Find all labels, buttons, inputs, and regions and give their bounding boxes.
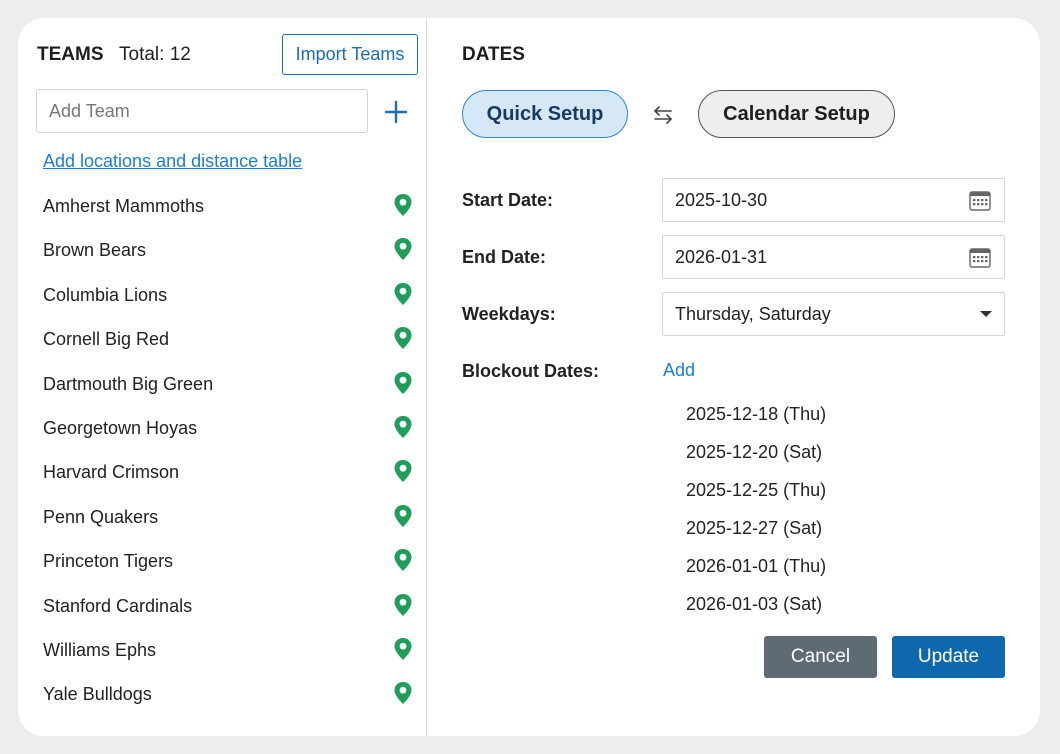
end-date-label: End Date:: [462, 247, 547, 267]
team-list-item[interactable]: Dartmouth Big Green: [18, 362, 426, 406]
caret-down-icon[interactable]: [980, 310, 992, 318]
team-name: Amherst Mammoths: [43, 196, 205, 216]
blockout-dates-label: Blockout Dates:: [462, 361, 600, 381]
teams-total-count: Total: 12: [119, 44, 191, 65]
dates-panel: DATES Quick Setup Calendar Setup Start D…: [427, 18, 1040, 736]
swap-arrows-icon[interactable]: [651, 104, 675, 126]
start-date-label: Start Date:: [462, 190, 554, 210]
blockout-date-item: 2025-12-25 (Thu): [686, 480, 827, 500]
team-name: Harvard Crimson: [43, 462, 180, 483]
team-list-item[interactable]: Williams Ephs: [18, 628, 426, 672]
team-list-item[interactable]: Yale Bulldogs: [18, 672, 426, 716]
calendar-icon[interactable]: [968, 188, 992, 212]
blockout-date-item: 2025-12-18 (Thu): [686, 404, 827, 424]
team-name: Dartmouth Big Green: [43, 373, 214, 394]
blockout-date-item: 2026-01-01 (Thu): [686, 556, 827, 576]
start-date-field[interactable]: 2025-10-30: [662, 178, 1005, 222]
map-pin-icon[interactable]: [393, 593, 413, 617]
team-name: Stanford Cardinals: [43, 595, 193, 616]
team-name: Princeton Tigers: [43, 551, 174, 572]
schedule-setup-card: TEAMS Total: 12 Import Teams Add locatio…: [18, 18, 1040, 736]
team-list-item[interactable]: Penn Quakers: [18, 495, 426, 539]
team-list-item[interactable]: Columbia Lions: [18, 273, 426, 317]
add-locations-link[interactable]: Add locations and distance table: [43, 151, 302, 172]
team-name: Williams Ephs: [43, 639, 157, 660]
calendar-setup-button[interactable]: Calendar Setup: [698, 90, 895, 138]
map-pin-icon[interactable]: [393, 326, 413, 350]
team-list-item[interactable]: Princeton Tigers: [18, 539, 426, 583]
map-pin-icon[interactable]: [393, 193, 413, 217]
map-pin-icon[interactable]: [393, 371, 413, 395]
team-name: Cornell Big Red: [43, 329, 170, 350]
dates-heading: DATES: [462, 44, 525, 65]
map-pin-icon[interactable]: [393, 237, 413, 261]
map-pin-icon[interactable]: [393, 459, 413, 483]
teams-heading: TEAMS: [37, 44, 104, 65]
import-teams-button[interactable]: Import Teams: [282, 34, 418, 75]
weekdays-select[interactable]: Thursday, Saturday: [662, 292, 1005, 336]
map-pin-icon[interactable]: [393, 637, 413, 661]
add-team-input[interactable]: [36, 89, 368, 133]
map-pin-icon[interactable]: [393, 282, 413, 306]
team-name: Yale Bulldogs: [43, 684, 152, 705]
team-name: Penn Quakers: [43, 506, 159, 527]
blockout-date-item: 2025-12-20 (Sat): [686, 442, 823, 462]
update-button[interactable]: Update: [892, 636, 1005, 678]
team-list-item[interactable]: Brown Bears: [18, 228, 426, 272]
map-pin-icon[interactable]: [393, 415, 413, 439]
add-blockout-date-link[interactable]: Add: [663, 360, 695, 381]
blockout-dates-list: 2025-12-18 (Thu) 2025-12-20 (Sat) 2025-12-…: [686, 395, 826, 623]
blockout-date-item: 2026-01-03 (Sat): [686, 594, 823, 614]
team-list-item[interactable]: Amherst Mammoths: [18, 184, 426, 228]
team-list-item[interactable]: Georgetown Hoyas: [18, 406, 426, 450]
team-name: Columbia Lions: [43, 284, 168, 305]
teams-panel: TEAMS Total: 12 Import Teams Add locatio…: [18, 18, 427, 736]
map-pin-icon[interactable]: [393, 504, 413, 528]
end-date-field[interactable]: 2026-01-31: [662, 235, 1005, 279]
team-name: Brown Bears: [43, 240, 147, 261]
calendar-icon[interactable]: [968, 245, 992, 269]
weekdays-label: Weekdays:: [462, 304, 556, 324]
cancel-button[interactable]: Cancel: [764, 636, 877, 678]
map-pin-icon[interactable]: [393, 681, 413, 705]
team-list-item[interactable]: Harvard Crimson: [18, 450, 426, 494]
team-name: Georgetown Hoyas: [43, 417, 198, 438]
end-date-value: 2026-01-31: [675, 246, 768, 267]
team-list-item[interactable]: Stanford Cardinals: [18, 584, 426, 628]
team-list: Amherst Mammoths Brown Bears Columbia Lion…: [18, 184, 426, 717]
add-team-plus-icon[interactable]: [382, 98, 410, 126]
map-pin-icon[interactable]: [393, 548, 413, 572]
weekdays-value: Thursday, Saturday: [675, 303, 831, 324]
blockout-date-item: 2025-12-27 (Sat): [686, 518, 823, 538]
team-list-item[interactable]: Cornell Big Red: [18, 317, 426, 361]
start-date-value: 2025-10-30: [675, 189, 768, 210]
quick-setup-button[interactable]: Quick Setup: [462, 90, 628, 138]
